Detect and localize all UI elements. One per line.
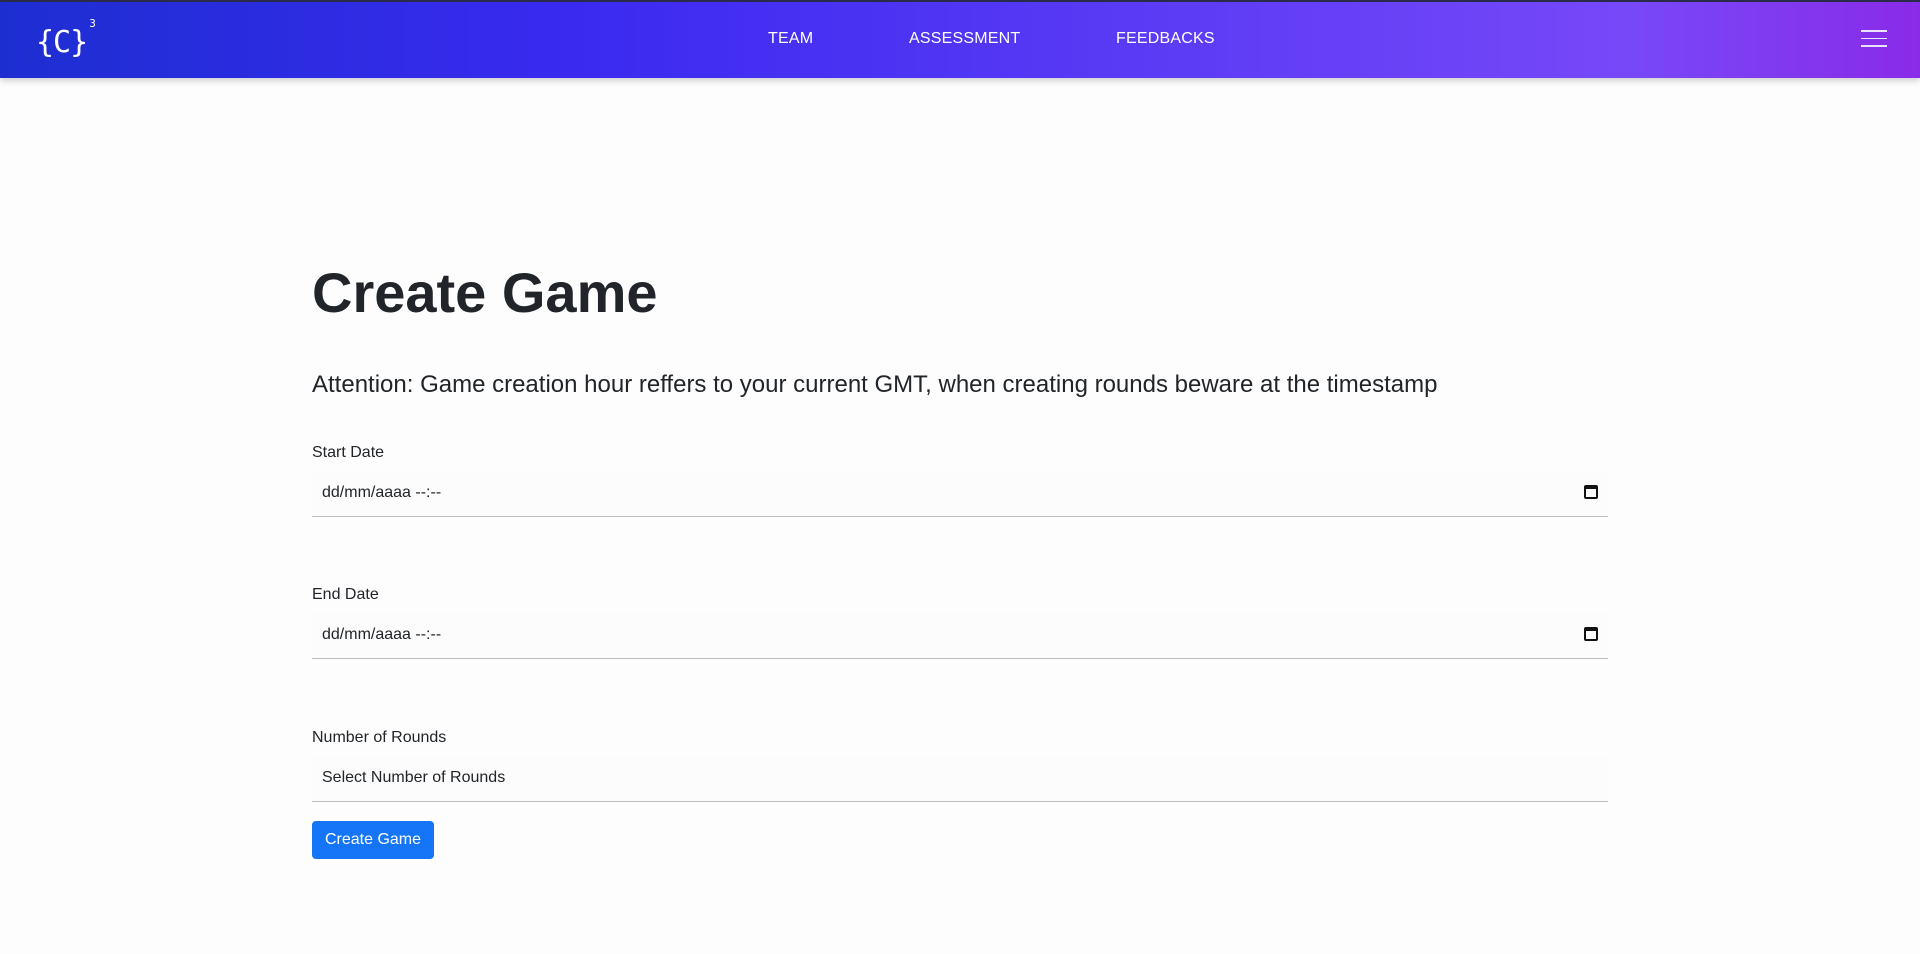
attention-notice: Attention: Game creation hour reffers to… [312, 371, 1438, 398]
calendar-icon[interactable] [1584, 627, 1598, 641]
rounds-label: Number of Rounds [312, 729, 447, 746]
rounds-select[interactable]: Select Number of Rounds [312, 756, 1608, 802]
nav-link-team[interactable]: TEAM [768, 30, 813, 48]
page-title: Create Game [312, 261, 658, 324]
start-date-label: Start Date [312, 444, 385, 461]
nav-link-feedbacks[interactable]: FEEDBACKS [1116, 30, 1215, 48]
nav-links: TEAM ASSESSMENT FEEDBACKS [0, 2, 1920, 80]
start-date-input[interactable]: dd/mm/aaaa --:-- [312, 471, 1608, 517]
end-date-group: End Date dd/mm/aaaa --:-- [312, 586, 1608, 659]
rounds-select-value: Select Number of Rounds [322, 769, 506, 786]
end-date-label: End Date [312, 586, 379, 603]
top-navbar: {C}3 TEAM ASSESSMENT FEEDBACKS [0, 0, 1920, 78]
create-game-button[interactable]: Create Game [312, 821, 434, 859]
end-date-input[interactable]: dd/mm/aaaa --:-- [312, 613, 1608, 659]
rounds-group: Number of Rounds Select Number of Rounds [312, 729, 1608, 802]
start-date-value: dd/mm/aaaa --:-- [322, 484, 442, 501]
hamburger-menu-icon[interactable] [1861, 30, 1887, 50]
start-date-group: Start Date dd/mm/aaaa --:-- [312, 444, 1608, 517]
calendar-icon[interactable] [1584, 485, 1598, 499]
nav-link-assessment[interactable]: ASSESSMENT [909, 30, 1020, 48]
create-game-form: Create Game Attention: Game creation hou… [312, 260, 1608, 859]
end-date-value: dd/mm/aaaa --:-- [322, 626, 442, 643]
